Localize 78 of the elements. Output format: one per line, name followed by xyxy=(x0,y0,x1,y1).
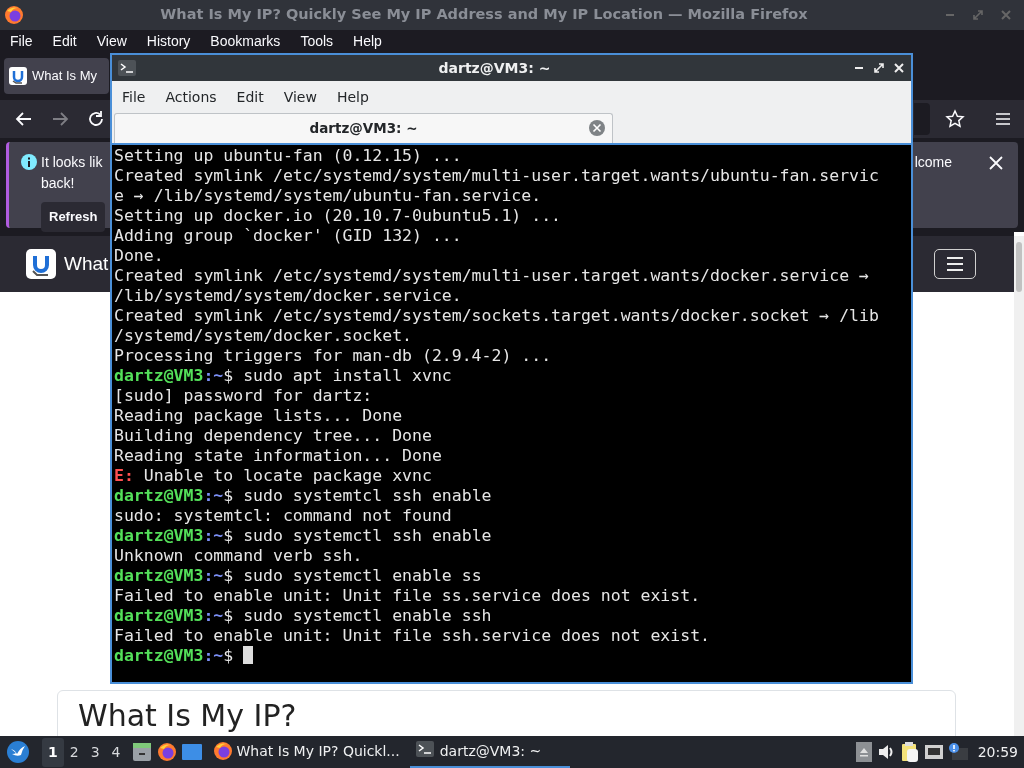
terminal-line: Created symlink /etc/systemd/system/sockets.target.wants/docker.socket → /lib xyxy=(114,306,879,325)
site-logo-icon xyxy=(26,249,56,279)
menu-item[interactable]: Help xyxy=(353,30,382,52)
terminal-line: dartz@VM3:~$ xyxy=(114,646,234,665)
file-cabinet-icon[interactable] xyxy=(130,741,153,763)
terminal-line: Done. xyxy=(114,246,164,265)
close-icon xyxy=(987,154,1005,172)
menu-item[interactable]: Tools xyxy=(300,30,334,52)
firefox-icon xyxy=(212,741,233,761)
menu-item[interactable]: File xyxy=(122,86,146,108)
menu-item[interactable]: Edit xyxy=(52,30,77,52)
window-title: What Is My IP? Quickly See My IP Address and My IP Location — Mozilla Firefox xyxy=(159,5,809,25)
terminal-line: e → /lib/systemd/system/ubuntu-fan.service. xyxy=(114,186,542,205)
menu-item[interactable]: File xyxy=(10,30,33,52)
menu-item[interactable]: View xyxy=(283,86,317,108)
terminal-line: Processing triggers for man-db (2.9.4-2) ... xyxy=(114,346,552,365)
site-name: What xyxy=(64,251,109,276)
tab-label: What Is My xyxy=(32,67,97,86)
network-icon[interactable] xyxy=(923,743,944,761)
scrollbar[interactable] xyxy=(1014,236,1024,736)
terminal-line: Reading state information... Done xyxy=(114,446,442,465)
notification-text: It looks lik xyxy=(41,153,104,172)
terminal-line: Setting up ubuntu-fan (0.12.15) ... xyxy=(114,146,462,165)
menu-button[interactable] xyxy=(934,249,976,279)
start-menu-icon[interactable] xyxy=(6,740,30,764)
menu-item[interactable]: View xyxy=(96,30,127,52)
tab-label: dartz@VM3: ~ xyxy=(309,119,418,139)
workspace-button[interactable]: 3 xyxy=(84,737,106,767)
taskbar-button[interactable]: dartz@VM3: ~ xyxy=(409,736,570,768)
menu-icon xyxy=(945,255,965,273)
workspace-button[interactable]: 4 xyxy=(105,737,127,767)
taskbar-button[interactable]: What Is My IP? Quickl... xyxy=(206,736,406,768)
clipboard-icon[interactable] xyxy=(899,741,920,763)
terminal-line: Setting up docker.io (20.10.7-0ubuntu5.1) ... xyxy=(114,206,562,225)
notification-text: back! xyxy=(41,174,76,193)
menu-item[interactable]: Actions xyxy=(165,86,217,108)
terminal-line: dartz@VM3:~$ sudo systemtcl ssh enable xyxy=(114,486,492,505)
terminal-tab[interactable]: dartz@VM3: ~ xyxy=(114,113,613,143)
terminal-line: Created symlink /etc/systemd/system/multi-user.target.wants/ubuntu-fan.servic xyxy=(114,166,879,185)
star-icon xyxy=(945,109,965,129)
menu-item[interactable]: History xyxy=(146,30,191,52)
workspace-button[interactable]: 2 xyxy=(63,737,85,767)
terminal-line: dartz@VM3:~$ sudo systemctl enable ss xyxy=(114,566,482,585)
notification-text: lcome xyxy=(914,153,952,172)
terminal-line: Failed to enable unit: Unit file ssh.service does not exist. xyxy=(114,626,711,645)
reload-icon xyxy=(86,109,106,129)
page-heading: What Is My IP? xyxy=(78,699,298,732)
terminal-line: Building dependency tree... Done xyxy=(114,426,432,445)
window-title: dartz@VM3: ~ xyxy=(437,58,552,78)
browser-tab[interactable]: What Is My xyxy=(4,58,109,94)
firefox-icon xyxy=(4,5,24,25)
terminal-line: /lib/systemd/system/docker.service. xyxy=(114,286,462,305)
workspace-button[interactable]: 1 xyxy=(42,737,64,767)
bookmark-button[interactable] xyxy=(944,108,966,130)
terminal-line: Unknown command verb ssh. xyxy=(114,546,363,565)
info-icon xyxy=(21,154,37,170)
terminal-line: /systemd/system/docker.socket. xyxy=(114,326,412,345)
terminal-line: dartz@VM3:~$ sudo systemctl enable ssh xyxy=(114,606,492,625)
site-logo-icon xyxy=(9,67,27,85)
terminal-line: [sudo] password for dartz: xyxy=(114,386,373,405)
terminal-icon xyxy=(118,60,136,76)
terminal-line: dartz@VM3:~$ sudo systemctl ssh enable xyxy=(114,526,492,545)
terminal-line: sudo: systemtcl: command not found xyxy=(114,506,452,525)
terminal-line: Failed to enable unit: Unit file ss.service does not exist. xyxy=(114,586,701,605)
terminal-line: Created symlink /etc/systemd/system/multi-user.target.wants/docker.service → xyxy=(114,266,869,285)
menu-item[interactable]: Help xyxy=(336,86,369,108)
menu-item[interactable]: Edit xyxy=(236,86,264,108)
terminal-line: dartz@VM3:~$ sudo apt install xvnc xyxy=(114,366,452,385)
terminal-line: Reading package lists... Done xyxy=(114,406,403,425)
notification-icon[interactable] xyxy=(947,742,968,762)
eject-icon[interactable] xyxy=(855,742,872,762)
terminal-line: Adding group `docker' (GID 132) ... xyxy=(114,226,462,245)
refresh-button[interactable]: Refresh xyxy=(41,202,106,232)
clock: 20:59 xyxy=(977,742,1018,762)
menu-item[interactable]: Bookmarks xyxy=(210,30,281,52)
window-icon[interactable] xyxy=(180,742,203,762)
firefox-icon[interactable] xyxy=(156,742,177,762)
terminal-line: E: Unable to locate package xvnc xyxy=(114,466,432,485)
